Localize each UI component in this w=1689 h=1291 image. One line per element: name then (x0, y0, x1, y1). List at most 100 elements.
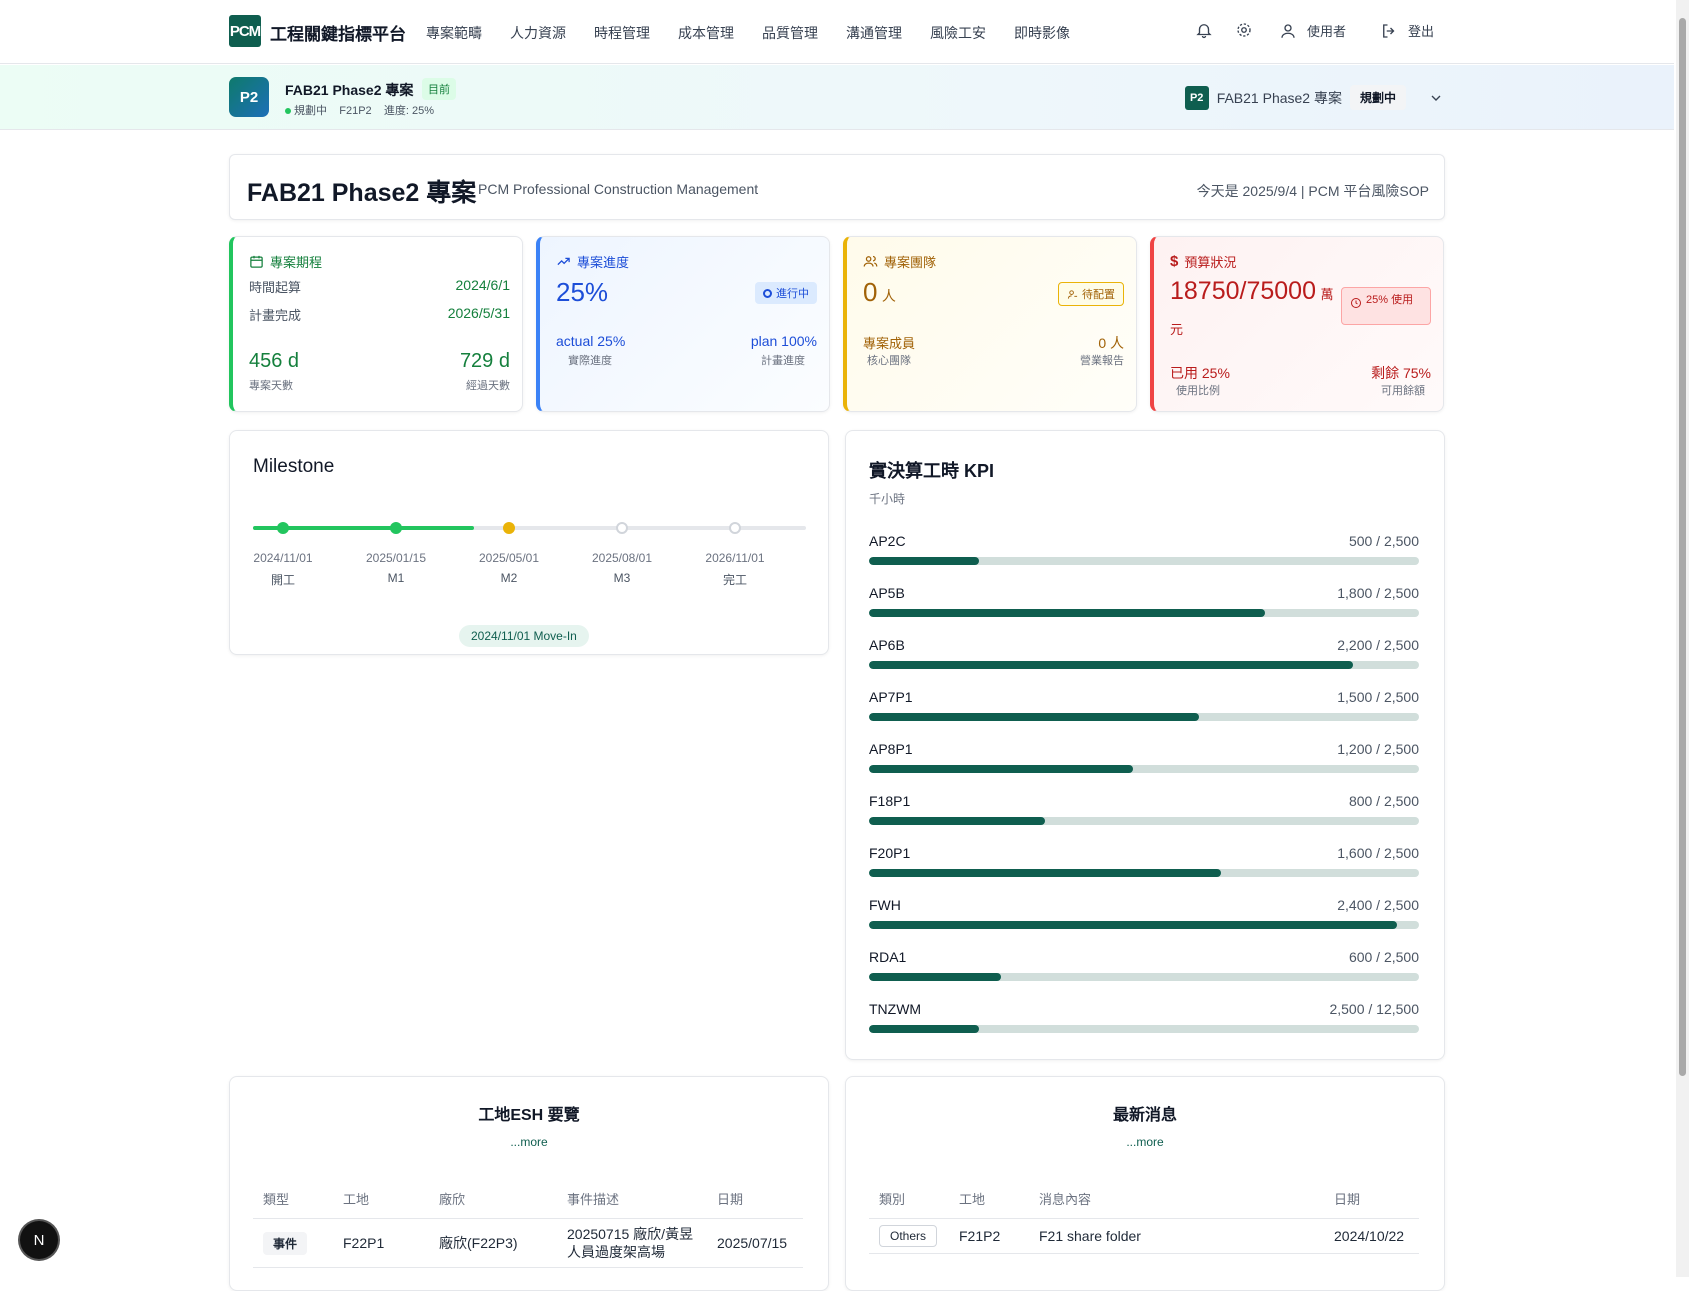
kpi-bar-track (869, 557, 1419, 565)
schedule-card: 專案期程 時間起算 2024/6/1 計畫完成 2026/5/31 456 d … (229, 236, 523, 412)
budget-used: 已用 25% (1170, 365, 1230, 381)
table-row[interactable]: 事件 F22P1 廠欣(F22P3) 20250715 廠欣/黃昱人員過度架高場… (253, 1218, 803, 1268)
budget-card: $ 預算狀況 18750/75000 萬 元 25% 使用 已用 25% 使用比… (1150, 236, 1444, 412)
milestone-name: 完工 (722, 573, 747, 587)
budget-usage: 25% 使用 (1366, 294, 1414, 306)
project-progress: 進度: 25% (383, 105, 435, 117)
kpi-bar-track (869, 973, 1419, 981)
milestone-title: Milestone (253, 456, 335, 477)
kpi-bar-fill (869, 1025, 979, 1033)
project-badge: P2 (229, 77, 269, 117)
budget-unit-2: 元 (1170, 322, 1184, 337)
today-info: 今天是 2025/9/4 | PCM 平台風險SOP (1196, 183, 1429, 199)
logout-icon (1383, 23, 1395, 38)
menu-item-schedule[interactable]: 時程管理 (594, 23, 678, 43)
progress-label-text: 專案進度 (577, 255, 630, 270)
budget-remain: 剩餘 75% (1371, 365, 1431, 381)
esh-site: F22P1 (333, 1218, 429, 1268)
menu-item-risk[interactable]: 風險工安 (930, 23, 1014, 43)
esh-more-link[interactable]: ...more (510, 1135, 547, 1149)
menu-item-live-video[interactable]: 即時影像 (1014, 23, 1098, 43)
page-scrollbar[interactable] (1676, 0, 1689, 1277)
news-content[interactable]: F21 share folder (1029, 1218, 1324, 1254)
menu-item-cost[interactable]: 成本管理 (678, 23, 762, 43)
menu-item-quality[interactable]: 品質管理 (762, 23, 846, 43)
start-value: 2024/6/1 (455, 277, 511, 293)
team-card: 專案團隊 0 人 待配置 專案成員 核心團隊 0 人 營業報告 (843, 236, 1137, 412)
kpi-row-value: 2,500 / 12,500 (1329, 1001, 1419, 1017)
team-count-unit: 人 (881, 288, 896, 304)
project-code: F21P2 (339, 105, 372, 117)
esh-col-vendor: 廠欣 (429, 1179, 557, 1219)
kpi-row-value: 800 / 2,500 (1348, 793, 1419, 809)
gear-icon[interactable] (1235, 21, 1253, 42)
kpi-row-value: 1,200 / 2,500 (1337, 741, 1419, 757)
page-title: FAB21 Phase2 專案 (247, 179, 477, 207)
bell-icon[interactable] (1195, 21, 1213, 42)
progress-status-badge: 進行中 (755, 282, 817, 304)
dev-tools-badge[interactable]: N (20, 1221, 58, 1259)
kpi-row-name: AP6B (869, 637, 905, 653)
plan-progress: plan 100% (750, 333, 817, 349)
team-members-label: 核心團隊 (867, 355, 911, 367)
esh-vendor: 廠欣(F22P3) (429, 1218, 557, 1268)
calendar-icon (250, 255, 263, 268)
logout-button[interactable]: 登出 (1380, 21, 1434, 40)
budget-amount: 18750/75000 (1170, 277, 1316, 305)
menu-item-hr[interactable]: 人力資源 (510, 23, 594, 43)
app-logo[interactable]: PCM (229, 15, 261, 47)
milestone-dot[interactable] (729, 522, 741, 534)
budget-usage-badge: 25% 使用 (1341, 287, 1431, 325)
esh-desc: 20250715 廠欣/黃昱人員過度架高場 (557, 1218, 707, 1268)
esh-col-site: 工地 (333, 1179, 429, 1219)
news-more-link[interactable]: ...more (1126, 1135, 1163, 1149)
team-label-text: 專案團隊 (884, 255, 937, 270)
budget-unit: 萬 (1320, 287, 1334, 302)
esh-col-date: 日期 (707, 1179, 803, 1219)
actual-progress: actual 25% (556, 333, 626, 349)
clock-icon (1351, 298, 1361, 308)
esh-date: 2025/07/15 (707, 1218, 803, 1268)
milestone-date: 2024/11/01 (253, 551, 313, 565)
user-menu[interactable]: 使用者 (1279, 21, 1346, 40)
menu-item-communication[interactable]: 溝通管理 (846, 23, 930, 43)
chevron-down-icon[interactable] (1428, 90, 1444, 106)
page-subtitle: PCM Professional Construction Management (478, 181, 759, 197)
user-label: 使用者 (1307, 24, 1347, 39)
menu-item-scope[interactable]: 專案範疇 (426, 23, 510, 43)
news-site: F21P2 (949, 1218, 1029, 1254)
kpi-bar-track (869, 609, 1419, 617)
report-label: 營業報告 (1080, 355, 1124, 367)
milestone-dot[interactable] (277, 522, 289, 534)
project-name: FAB21 Phase2 專案 (285, 82, 414, 98)
users-icon (863, 255, 878, 267)
project-selector[interactable]: P2 FAB21 Phase2 專案 規劃中 (1184, 85, 1444, 110)
target-icon (763, 288, 772, 298)
milestone-date: 2025/05/01 (478, 551, 540, 565)
kpi-row-value: 2,200 / 2,500 (1337, 637, 1419, 653)
esh-title: 工地ESH 要覽 (478, 1107, 580, 1124)
budget-remain-label: 可用餘額 (1381, 385, 1425, 397)
milestone-dot[interactable] (616, 522, 628, 534)
news-category-tag: Others (879, 1225, 938, 1247)
kpi-row-name: AP8P1 (869, 741, 913, 757)
schedule-label-text: 專案期程 (270, 255, 323, 270)
milestone-dot[interactable] (390, 522, 402, 534)
kpi-bar-fill (869, 817, 1045, 825)
kpi-title: 實決算工時 KPI (869, 461, 995, 481)
milestone-name: M3 (613, 571, 631, 585)
milestone-dot[interactable] (503, 522, 515, 534)
kpi-bar-track (869, 817, 1419, 825)
table-row[interactable]: Others F21P2 F21 share folder 2024/10/22 (869, 1218, 1419, 1254)
news-card: 最新消息 ...more 類別 工地 消息內容 日期 Others F21P2 … (845, 1076, 1445, 1291)
schedule-card-label: 專案期程 (249, 252, 322, 271)
main-menu: 專案範疇 人力資源 時程管理 成本管理 品質管理 溝通管理 風險工安 即時影像 (426, 23, 1098, 43)
move-in-badge: 2024/11/01 Move-In (459, 625, 589, 647)
kpi-bar-fill (869, 765, 1133, 773)
kpi-row-value: 600 / 2,500 (1348, 949, 1419, 965)
esh-table-header: 類型 工地 廠欣 事件描述 日期 (253, 1179, 803, 1219)
kpi-row-value: 500 / 2,500 (1348, 533, 1419, 549)
kpi-bar-track (869, 1025, 1419, 1033)
budget-card-label: $ 預算狀況 (1170, 252, 1236, 271)
scrollbar-thumb[interactable] (1679, 18, 1686, 1076)
